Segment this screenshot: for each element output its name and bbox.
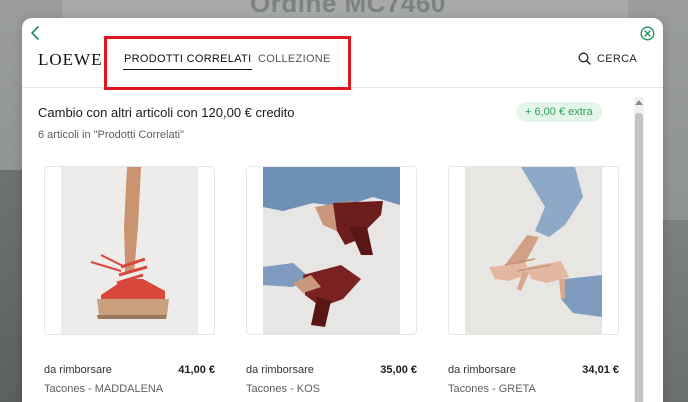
product-card[interactable]: da rimborsare 35,00 € Tacones - KOS (246, 166, 417, 402)
product-image (263, 167, 400, 334)
search-label: CERCA (596, 52, 637, 65)
modal-content: Cambio con altri articoli con 120,00 € c… (22, 89, 663, 402)
scrollbar[interactable] (634, 97, 644, 402)
refund-label: da rimborsare (44, 364, 112, 376)
product-card[interactable]: da rimborsare 41,00 € Tacones - MADDALEN… (44, 166, 215, 402)
modal-topbar: LOEWE PRODOTTI CORRELATI COLLEZIONE CERC… (22, 36, 663, 90)
product-price: 35,00 € (380, 364, 417, 376)
items-count: 6 articoli in "Prodotti Correlati" (38, 129, 184, 141)
tab-collezione[interactable]: COLLEZIONE (258, 53, 331, 65)
tab-prodotti-correlati[interactable]: PRODOTTI CORRELATI (122, 53, 253, 70)
product-price: 41,00 € (178, 364, 215, 376)
product-image-frame (44, 166, 215, 335)
back-button[interactable] (30, 26, 44, 42)
extra-cost-badge: + 6,00 € extra (516, 102, 602, 122)
close-circle-icon (640, 26, 655, 41)
product-image-frame (448, 166, 619, 335)
chevron-left-icon (31, 26, 39, 40)
exchange-heading: Cambio con altri articoli con 120,00 € c… (38, 105, 295, 120)
scroll-up-arrow-icon[interactable] (635, 100, 643, 105)
backdrop-order-title: Ordine MC7460 (250, 0, 446, 18)
scroll-thumb[interactable] (635, 113, 643, 402)
backdrop-image-left (0, 170, 22, 402)
search-button[interactable]: CERCA (578, 52, 637, 65)
refund-label: da rimborsare (448, 364, 516, 376)
product-name: Tacones - KOS (246, 383, 320, 395)
product-name: Tacones - GRETA (448, 383, 536, 395)
close-button[interactable] (640, 26, 655, 41)
product-image (61, 167, 198, 334)
product-name: Tacones - MADDALENA (44, 383, 164, 395)
product-image (465, 167, 602, 334)
refund-label: da rimborsare (246, 364, 314, 376)
search-icon (578, 52, 591, 65)
product-image-frame (246, 166, 417, 335)
product-price: 34,01 € (582, 364, 619, 376)
brand-logo: LOEWE (38, 50, 103, 69)
product-card[interactable]: da rimborsare 34,01 € Tacones - GRETA (448, 166, 619, 402)
exchange-modal: LOEWE PRODOTTI CORRELATI COLLEZIONE CERC… (22, 18, 663, 402)
